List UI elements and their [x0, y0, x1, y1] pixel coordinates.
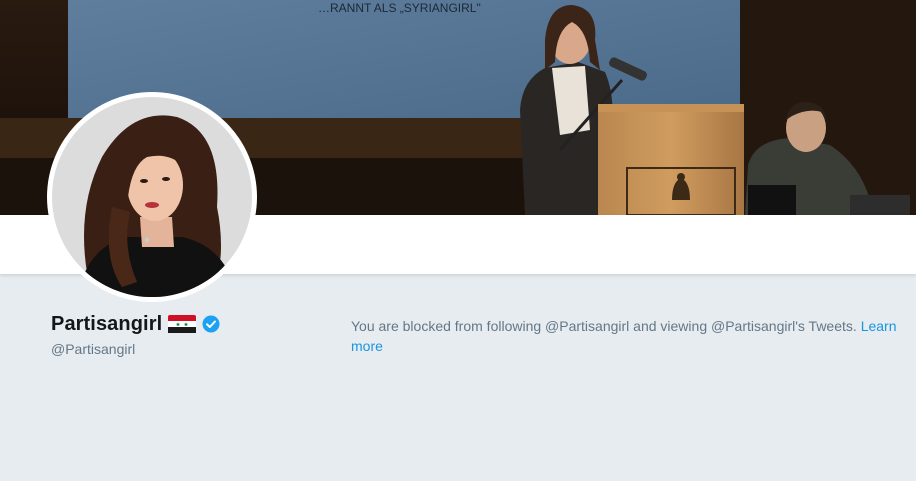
- profile-name-row: Partisangirl: [51, 311, 220, 337]
- profile-name[interactable]: Partisangirl: [51, 313, 162, 336]
- profile-handle[interactable]: @Partisangirl: [51, 341, 135, 357]
- podium: [598, 104, 744, 215]
- syria-flag-icon: [168, 315, 197, 333]
- profile-avatar[interactable]: [47, 92, 257, 302]
- slide-text: …RANNT ALS „SYRIANGIRL": [318, 1, 481, 15]
- blocked-notice: You are blocked from following @Partisan…: [351, 316, 903, 356]
- blocked-notice-text: You are blocked from following @Partisan…: [351, 318, 861, 334]
- avatar-photo: [52, 97, 252, 297]
- verified-badge-icon[interactable]: [202, 315, 220, 333]
